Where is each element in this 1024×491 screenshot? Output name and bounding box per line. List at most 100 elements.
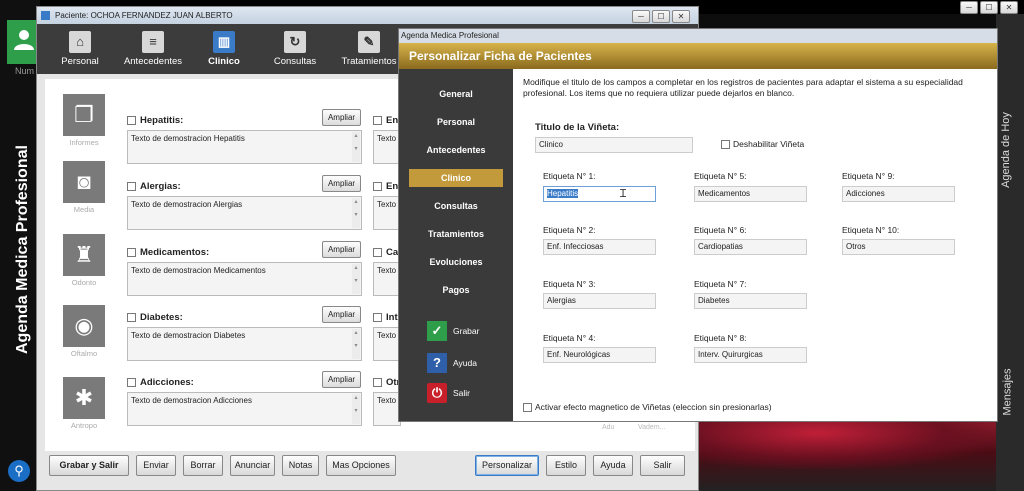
maximize-button[interactable]: ☐ [652,10,670,23]
anunciar-button[interactable]: Anunciar [230,455,275,476]
dialog-nav-consultas[interactable]: Consultas [409,197,503,215]
medicamentos-textarea[interactable]: Texto de demostracion Medicamentos ▴ ▾ [127,262,362,296]
borrar-button[interactable]: Borrar [183,455,223,476]
dialog-nav-pagos[interactable]: Pagos [409,281,503,299]
textarea-content: Texto de demostracion Medicamentos [131,266,266,275]
medicamentos-checkbox[interactable] [127,248,136,257]
col2-checkbox[interactable] [373,116,382,125]
col2-checkbox[interactable] [373,248,382,257]
alergias-checkbox[interactable] [127,182,136,191]
refresh-icon: ↻ [284,31,306,53]
dialog-nav-antecedentes[interactable]: Antecedentes [409,141,503,159]
user-icon [14,30,34,50]
col2-checkbox[interactable] [373,378,382,387]
etiqueta-6-input[interactable]: Cardiopatias [694,239,807,255]
dialog-grabar-action[interactable]: ✓ Grabar [427,321,479,341]
etiqueta-10-label: Etiqueta N° 10: [842,225,900,235]
dialog-header: Personalizar Ficha de Pacientes [399,43,997,69]
desktop-left-sidebar: Num Agenda Medica Profesional ⚲ [0,0,40,491]
etiqueta-3-input[interactable]: Alergias [543,293,656,309]
dialog-nav-tratamientos[interactable]: Tratamientos [409,225,503,243]
patient-window-controls: ─ ☐ ✕ [632,10,690,23]
etiqueta-7-input[interactable]: Diabetes [694,293,807,309]
vineta-title-input[interactable]: Clinico [535,137,693,153]
dialog-nav-clinico[interactable]: Clinico [409,169,503,187]
maximize-button[interactable]: ☐ [980,1,998,14]
tab-consultas[interactable]: ↻ Consultas [267,24,323,74]
col2-textarea[interactable]: Texto [373,327,401,361]
etiqueta-8-label: Etiqueta N° 8: [694,333,747,343]
etiqueta-1-input[interactable]: Hepatitis [543,186,656,202]
vitruvian-icon[interactable]: ✱ [63,377,105,419]
col2-textarea[interactable]: Texto [373,392,401,426]
salir-button[interactable]: Salir [640,455,685,476]
col2-textarea[interactable]: Texto [373,196,401,230]
col2-checkbox[interactable] [373,182,382,191]
tab-antecedentes[interactable]: ≡ Antecedentes [119,24,187,74]
etiqueta-2-input[interactable]: Enf. Infecciosas [543,239,656,255]
minimize-button[interactable]: ─ [632,10,650,23]
bar-chart-icon: ▥ [213,31,235,53]
dialog-ayuda-action[interactable]: ? Ayuda [427,353,477,373]
close-button[interactable]: ✕ [1000,1,1018,14]
adicciones-checkbox[interactable] [127,378,136,387]
minimize-button[interactable]: ─ [960,1,978,14]
grabar-salir-button[interactable]: Grabar y Salir [49,455,129,476]
field-label-text: Alergias: [140,181,181,192]
scrollbar[interactable]: ▴ ▾ [352,132,360,162]
notas-button[interactable]: Notas [282,455,319,476]
diabetes-textarea[interactable]: Texto de demostracion Diabetes ▴ ▾ [127,327,362,361]
col2-textarea[interactable]: Texto [373,262,401,296]
ampliar-button[interactable]: Ampliar [322,109,361,126]
tooth-icon[interactable]: ♜ [63,234,105,276]
diabetes-checkbox[interactable] [127,313,136,322]
etiqueta-3-label: Etiqueta N° 3: [543,279,596,289]
ampliar-button[interactable]: Ampliar [322,241,361,258]
mensajes-tab[interactable]: Mensajes [1002,368,1014,415]
field-label-medicamentos: Medicamentos: [127,247,209,258]
alergias-textarea[interactable]: Texto de demostracion Alergias ▴ ▾ [127,196,362,230]
close-button[interactable]: ✕ [672,10,690,23]
dialog-window-title: Agenda Medica Profesional [399,29,997,43]
scrollbar[interactable]: ▴ ▾ [352,329,360,359]
dialog-salir-action[interactable]: ⏻ Salir [427,383,470,403]
etiqueta-10-input[interactable]: Otros [842,239,955,255]
personalizar-button[interactable]: Personalizar [475,455,539,476]
col2-textarea[interactable]: Texto [373,130,401,164]
dialog-nav-general[interactable]: General [409,85,503,103]
zoom-icon[interactable]: ⚲ [8,460,30,482]
etiqueta-4-input[interactable]: Enf. Neurológicas [543,347,656,363]
tab-tratamientos[interactable]: ✎ Tratamientos [337,24,401,74]
etiqueta-9-input[interactable]: Adicciones [842,186,955,202]
documents-icon[interactable]: ❐ [63,94,105,136]
field-label-hepatitis: Hepatitis: [127,115,183,126]
hepatitis-textarea[interactable]: Texto de demostracion Hepatitis ▴ ▾ [127,130,362,164]
checkmark-icon: ✓ [427,321,447,341]
camera-icon[interactable]: ◙ [63,161,105,203]
eye-icon[interactable]: ◉ [63,305,105,347]
ampliar-button[interactable]: Ampliar [322,306,361,323]
tab-personal[interactable]: ⌂ Personal [51,24,109,74]
estilo-button[interactable]: Estilo [546,455,586,476]
adicciones-textarea[interactable]: Texto de demostracion Adicciones ▴ ▾ [127,392,362,426]
col2-checkbox[interactable] [373,313,382,322]
enviar-button[interactable]: Enviar [136,455,176,476]
scrollbar[interactable]: ▴ ▾ [352,198,360,228]
ampliar-button[interactable]: Ampliar [322,175,361,192]
agenda-hoy-tab[interactable]: Agenda de Hoy [1000,112,1012,188]
magnetic-effect-checkbox[interactable] [523,402,532,412]
dialog-nav-personal[interactable]: Personal [409,113,503,131]
field-label-col2: Otr [373,377,400,388]
ayuda-button[interactable]: Ayuda [593,455,633,476]
mas-opciones-button[interactable]: Mas Opciones [326,455,396,476]
etiqueta-5-input[interactable]: Medicamentos [694,186,807,202]
dialog-nav-evoluciones[interactable]: Evoluciones [409,253,503,271]
disable-vineta-checkbox[interactable] [721,139,730,149]
ampliar-button[interactable]: Ampliar [322,371,361,388]
scrollbar[interactable]: ▴ ▾ [352,264,360,294]
hepatitis-checkbox[interactable] [127,116,136,125]
tab-clinico[interactable]: ▥ Clinico [199,24,249,74]
scrollbar[interactable]: ▴ ▾ [352,394,360,424]
textarea-content: Texto de demostracion Alergias [131,200,243,209]
etiqueta-8-input[interactable]: Interv. Quirurgicas [694,347,807,363]
